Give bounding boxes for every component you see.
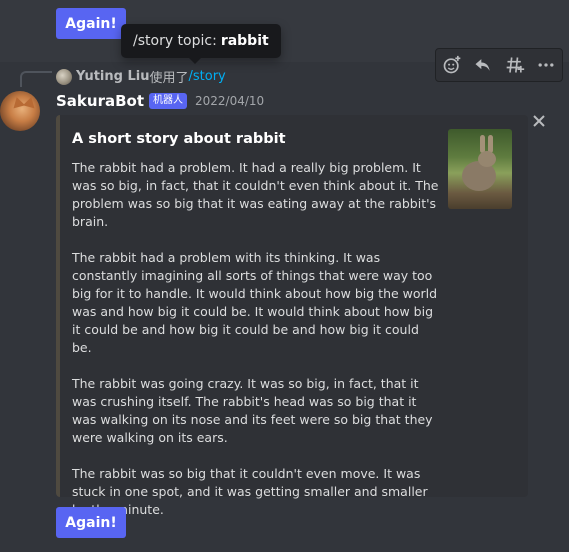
tooltip-topic-value: rabbit bbox=[220, 33, 269, 49]
reply-icon bbox=[475, 59, 490, 71]
tooltip-prefix: /story topic: bbox=[133, 33, 217, 49]
chat-page: Again! /story topic: rabbit Yuting Liu 使… bbox=[0, 0, 569, 552]
bot-tag: 机器人 bbox=[149, 93, 188, 109]
embed-description: The rabbit had a problem. It had a reall… bbox=[72, 159, 440, 519]
tooltip-arrow bbox=[189, 58, 201, 64]
story-paragraph: The rabbit had a problem. It had a reall… bbox=[72, 160, 439, 229]
message-timestamp: 2022/04/10 bbox=[195, 94, 265, 108]
story-paragraph: The rabbit had a problem with its thinki… bbox=[72, 250, 438, 355]
bot-username[interactable]: SakuraBot bbox=[56, 92, 144, 110]
story-paragraph: The rabbit was going crazy. It was so bi… bbox=[72, 376, 433, 445]
reply-used-text: 使用了 bbox=[149, 71, 189, 86]
create-thread-button[interactable] bbox=[501, 51, 529, 79]
again-button-bottom[interactable]: Again! bbox=[56, 507, 126, 538]
close-icon bbox=[533, 115, 545, 127]
reply-username[interactable]: Yuting Liu bbox=[76, 69, 149, 84]
create-thread-icon bbox=[506, 57, 524, 73]
add-reaction-icon bbox=[443, 55, 461, 74]
command-tooltip: /story topic: rabbit bbox=[121, 24, 281, 58]
embed-title: A short story about rabbit bbox=[72, 131, 286, 147]
message-header: SakuraBot 机器人 2022/04/10 bbox=[56, 91, 264, 111]
command-reference[interactable]: Yuting Liu 使用了 /story bbox=[56, 67, 226, 86]
reply-user-avatar[interactable] bbox=[56, 68, 72, 85]
embed-thumbnail[interactable] bbox=[448, 129, 512, 209]
more-options-button[interactable] bbox=[532, 51, 560, 79]
story-paragraph: The rabbit was so big that it couldn't e… bbox=[72, 466, 428, 517]
dismiss-embed-button[interactable] bbox=[532, 113, 546, 127]
again-button-top[interactable]: Again! bbox=[56, 8, 126, 39]
message-toolbar bbox=[435, 48, 563, 82]
bot-avatar[interactable] bbox=[0, 91, 40, 131]
story-embed: A short story about rabbit The rabbit ha… bbox=[56, 115, 528, 517]
add-reaction-button[interactable] bbox=[438, 51, 466, 79]
reply-connector-line bbox=[20, 71, 52, 87]
more-icon bbox=[538, 63, 554, 67]
reply-button[interactable] bbox=[469, 51, 497, 79]
reply-command[interactable]: /story bbox=[189, 69, 226, 84]
